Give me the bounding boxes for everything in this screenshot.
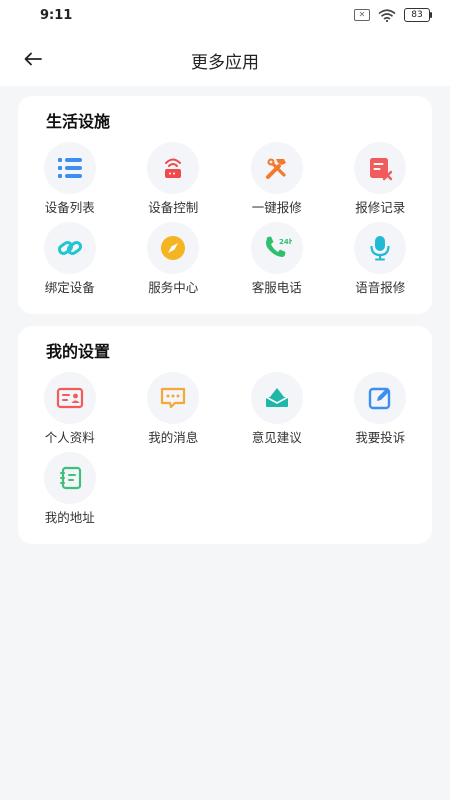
menu-item-label: 绑定设备: [44, 280, 95, 295]
menu-item-label: 我的消息: [148, 430, 199, 445]
link-icon: [43, 222, 96, 274]
status-bar: 9:11 ✕ 83: [0, 0, 450, 32]
menu-item-my-address[interactable]: 我的地址: [18, 452, 122, 532]
wifi-icon: [378, 8, 396, 22]
mail-icon: [250, 372, 303, 424]
menu-item-label: 设备列表: [44, 200, 95, 215]
sim-off-icon: ✕: [354, 9, 370, 21]
menu-item-service-center[interactable]: 服务中心: [122, 222, 226, 302]
list-icon: [43, 142, 96, 194]
menu-item-label: 客服电话: [251, 280, 302, 295]
menu-item-label: 语音报修: [355, 280, 406, 295]
section-life-facilities: 生活设施 设备列表 设备控制 一键报修 报修记录 绑定设备 服务中心 24h 客…: [18, 96, 432, 314]
menu-item-device-control[interactable]: 设备控制: [122, 142, 226, 222]
menu-item-personal-profile[interactable]: 个人资料: [18, 372, 122, 452]
section-title: 生活设施: [42, 108, 117, 132]
status-icons: ✕ 83: [354, 8, 432, 22]
record-icon: [354, 142, 407, 194]
menu-item-label: 我要投诉: [355, 430, 406, 445]
status-time: 9:11: [40, 8, 73, 23]
nav-bar: 更多应用: [0, 32, 450, 86]
message-icon: [147, 372, 200, 424]
menu-item-label: 个人资料: [44, 430, 95, 445]
tools-icon: [250, 142, 303, 194]
menu-item-bind-device[interactable]: 绑定设备: [18, 222, 122, 302]
menu-item-feedback[interactable]: 意见建议: [225, 372, 329, 452]
menu-item-label: 我的地址: [44, 510, 95, 525]
menu-item-voice-repair[interactable]: 语音报修: [329, 222, 433, 302]
page-title: 更多应用: [191, 53, 259, 73]
menu-item-device-list[interactable]: 设备列表: [18, 142, 122, 222]
menu-item-my-messages[interactable]: 我的消息: [122, 372, 226, 452]
compass-icon: [147, 222, 200, 274]
section-title: 我的设置: [42, 338, 117, 362]
microphone-icon: [354, 222, 407, 274]
router-icon: [147, 142, 200, 194]
battery-icon: 83: [404, 8, 432, 22]
menu-item-label: 设备控制: [148, 200, 199, 215]
menu-item-label: 意见建议: [251, 430, 302, 445]
menu-item-repair-record[interactable]: 报修记录: [329, 142, 433, 222]
menu-item-label: 一键报修: [251, 200, 302, 215]
menu-item-complaint[interactable]: 我要投诉: [329, 372, 433, 452]
menu-item-label: 报修记录: [355, 200, 406, 215]
phone-24h-icon: 24h: [250, 222, 303, 274]
menu-item-label: 服务中心: [148, 280, 199, 295]
svg-text:24h: 24h: [279, 238, 292, 246]
id-card-icon: [43, 372, 96, 424]
menu-item-customer-hotline[interactable]: 24h 客服电话: [225, 222, 329, 302]
edit-icon: [354, 372, 407, 424]
section-my-settings: 我的设置 个人资料 我的消息 意见建议 我要投诉 我的地址: [18, 326, 432, 544]
menu-item-one-click-repair[interactable]: 一键报修: [225, 142, 329, 222]
notebook-icon: [43, 452, 96, 504]
